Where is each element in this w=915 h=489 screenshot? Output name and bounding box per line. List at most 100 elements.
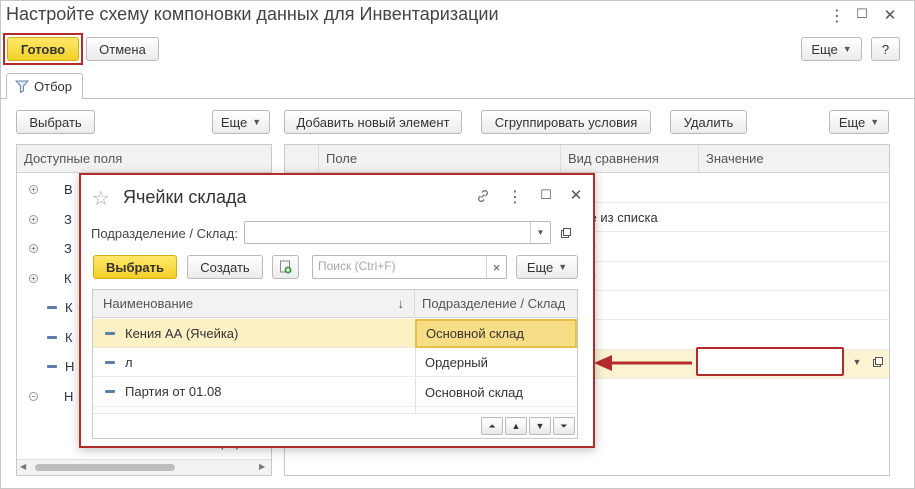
tab-divider: [0, 98, 915, 99]
done-button-highlight: [3, 33, 83, 65]
warehouse-filter-input[interactable]: ▼: [244, 221, 551, 244]
warehouse-dropdown-icon[interactable]: ▼: [530, 222, 550, 243]
sort-arrow-icon: ↓: [397, 296, 405, 311]
nav-last-icon[interactable]: ⏷: [553, 417, 575, 435]
cell-item-icon: [105, 360, 115, 364]
tree-item-label: Н: [64, 388, 74, 404]
cell-warehouse: Основной склад: [415, 377, 577, 407]
tree-item-label: К: [64, 270, 72, 286]
dialog-title: Ячейки склада: [123, 187, 247, 207]
cell-warehouse: Ордерный: [415, 348, 577, 378]
value-open-icon[interactable]: [868, 347, 888, 376]
cell-name: л: [125, 354, 133, 370]
expand-icon[interactable]: +: [29, 214, 38, 224]
favorite-star-icon[interactable]: ☆: [92, 186, 110, 211]
warehouse-filter-label: Подразделение / Склад:: [91, 226, 238, 241]
cell-item-icon: [105, 390, 115, 394]
add-document-icon: [279, 260, 291, 274]
column-comparison: Вид сравнения: [561, 145, 699, 172]
warehouse-filter-value: [245, 225, 250, 239]
filter-table-header: Поле Вид сравнения Значение: [285, 145, 889, 173]
add-element-button[interactable]: Добавить новый элемент: [284, 110, 462, 134]
search-placeholder: Поиск (Ctrl+F): [318, 259, 396, 273]
expand-icon[interactable]: +: [29, 244, 38, 253]
group-conditions-button[interactable]: Сгруппировать условия: [481, 110, 651, 134]
available-fields-header-label: Доступные поля: [24, 151, 123, 166]
expand-icon[interactable]: +: [29, 273, 38, 283]
close-icon[interactable]: ✕: [881, 6, 899, 24]
pointer-arrow: [592, 349, 692, 378]
right-more-label: Еще: [838, 114, 866, 130]
field-icon: [47, 306, 57, 309]
cell-row[interactable]: л Ордерный: [93, 348, 577, 378]
create-group-button[interactable]: [272, 255, 299, 279]
link-icon[interactable]: [475, 188, 491, 207]
column-value: Значение: [706, 151, 764, 166]
cell-row[interactable]: Партия от 01.08 Основной склад: [93, 377, 577, 407]
more-actions-icon[interactable]: ⋮: [828, 6, 846, 26]
chevron-down-icon: ▼: [252, 117, 262, 127]
dialog-select-button[interactable]: Выбрать: [93, 255, 177, 279]
dialog-close-icon[interactable]: ✕: [567, 186, 585, 204]
help-button[interactable]: ?: [871, 37, 900, 61]
left-more-label: Еще: [220, 114, 248, 130]
funnel-icon: [15, 80, 29, 93]
right-more-button[interactable]: Еще ▼: [829, 110, 889, 134]
more-menu-label: Еще: [811, 41, 838, 57]
warehouse-open-icon[interactable]: [556, 221, 576, 244]
dialog-more-button[interactable]: Еще ▼: [516, 255, 578, 279]
cell-name: Кения АА (Ячейка): [125, 325, 239, 341]
cell-row[interactable]: Кения АА (Ячейка) Основной склад: [93, 319, 577, 348]
chevron-down-icon: ▼: [558, 262, 568, 272]
horizontal-scrollbar[interactable]: ◀ ▶: [17, 459, 271, 475]
nav-down-icon[interactable]: ▼: [529, 417, 551, 435]
clear-search-icon[interactable]: ×: [486, 256, 506, 278]
dialog-more-label: Еще: [526, 259, 554, 275]
left-more-button[interactable]: Еще ▼: [212, 110, 270, 134]
scroll-right-icon[interactable]: ▶: [259, 462, 265, 471]
scrollbar-thumb[interactable]: [35, 464, 175, 471]
tree-item-label: З: [64, 211, 72, 227]
cancel-button[interactable]: Отмена: [86, 37, 159, 61]
dialog-create-button[interactable]: Создать: [187, 255, 263, 279]
search-input[interactable]: Поиск (Ctrl+F) ×: [312, 255, 507, 279]
more-menu-button[interactable]: Еще ▼: [801, 37, 862, 61]
column-warehouse: Подразделение / Склад: [422, 296, 566, 311]
tree-item-label: Н: [65, 359, 75, 374]
available-fields-header: Доступные поля: [17, 145, 271, 173]
chevron-down-icon: ▼: [870, 117, 880, 127]
tab-filter[interactable]: Отбор: [6, 73, 83, 99]
window-title: Настройте схему компоновки данных для Ин…: [6, 4, 499, 24]
dialog-more-icon[interactable]: ⋮: [506, 187, 524, 207]
select-field-button[interactable]: Выбрать: [16, 110, 95, 134]
maximize-icon[interactable]: ☐: [853, 6, 871, 22]
tree-item-label: З: [64, 241, 72, 256]
column-name-label: Наименование: [103, 296, 194, 311]
field-icon: [47, 335, 57, 339]
field-icon: [47, 365, 57, 368]
nav-first-icon[interactable]: ⏶: [481, 417, 503, 435]
cell-warehouse: Основной склад: [415, 319, 577, 348]
chevron-down-icon: ▼: [842, 44, 852, 54]
cell-item-icon: [105, 331, 115, 335]
value-input[interactable]: [696, 347, 844, 376]
value-dropdown-icon[interactable]: ▼: [848, 347, 866, 376]
delete-button[interactable]: Удалить: [670, 110, 747, 134]
tab-filter-label: Отбор: [34, 79, 72, 94]
dialog-maximize-icon[interactable]: ☐: [537, 187, 555, 203]
column-field: Поле: [319, 145, 561, 172]
expand-icon[interactable]: +: [29, 185, 38, 194]
table-navigation-bar: ⏶ ▲ ▼ ⏷: [93, 413, 577, 438]
cell-name: Партия от 01.08: [125, 384, 222, 400]
collapse-icon[interactable]: −: [29, 391, 38, 401]
warehouse-cells-dialog[interactable]: ☆ Ячейки склада ⋮ ☐ ✕ Подразделение / Ск…: [79, 173, 595, 448]
tree-item-label: К: [65, 329, 73, 345]
tree-item-label: К: [65, 300, 73, 315]
nav-up-icon[interactable]: ▲: [505, 417, 527, 435]
scroll-left-icon[interactable]: ◀: [20, 462, 26, 471]
warehouse-cells-table[interactable]: Наименование ↓ Подразделение / Склад Кен…: [92, 289, 578, 439]
tree-item-label: В: [64, 182, 73, 197]
column-name[interactable]: Наименование ↓: [93, 290, 415, 317]
filter-checkbox-column: [285, 145, 319, 172]
cells-table-header: Наименование ↓ Подразделение / Склад: [93, 290, 577, 318]
